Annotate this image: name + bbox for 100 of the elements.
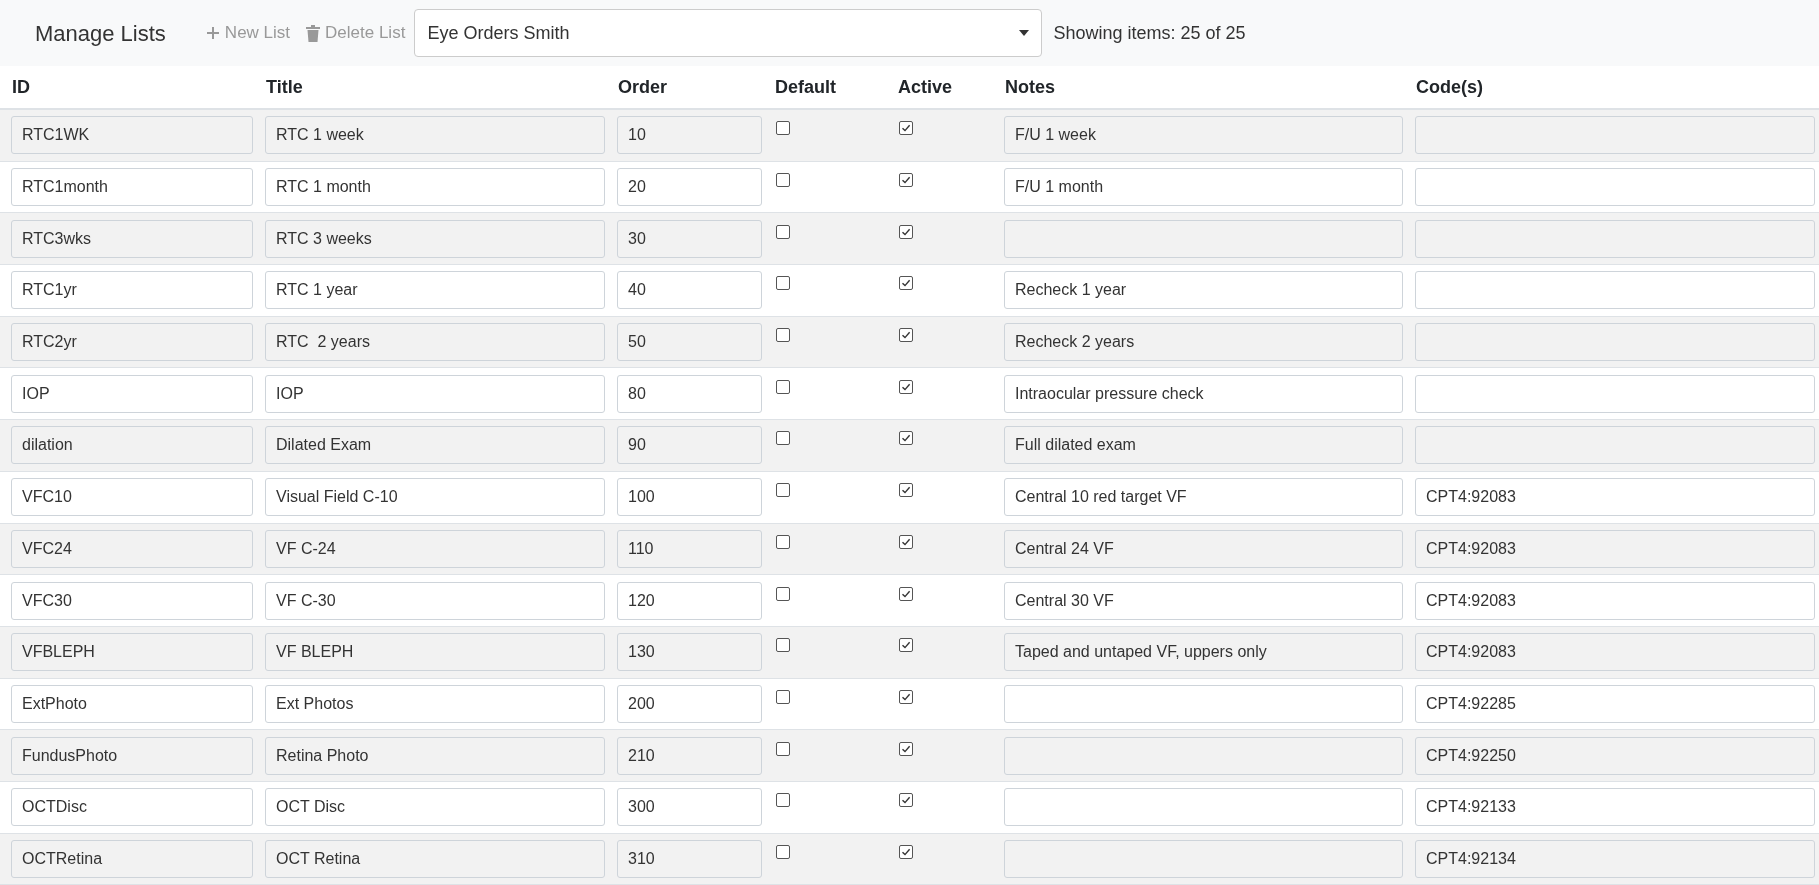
checkbox[interactable] xyxy=(899,534,913,549)
checkbox[interactable] xyxy=(899,638,913,653)
notes-field[interactable]: Central 10 red target VF xyxy=(1004,478,1403,517)
notes-field[interactable]: Central 24 VF xyxy=(1004,529,1403,568)
order-field[interactable]: 110 xyxy=(617,529,762,568)
checkbox[interactable] xyxy=(899,328,913,343)
order-field[interactable]: 120 xyxy=(617,581,762,620)
checkbox[interactable] xyxy=(776,741,790,756)
checkbox[interactable] xyxy=(776,689,790,704)
checkbox[interactable] xyxy=(899,379,913,394)
checkbox[interactable] xyxy=(776,431,790,446)
id-field[interactable]: dilation xyxy=(11,426,253,465)
codes-field[interactable]: CPT4:92285 xyxy=(1415,684,1815,723)
codes-field[interactable]: CPT4:92083 xyxy=(1415,529,1815,568)
codes-field[interactable]: CPT4:92250 xyxy=(1415,736,1815,775)
title-field[interactable]: VF C-24 xyxy=(265,529,605,568)
notes-field[interactable]: F/U 1 month xyxy=(1004,168,1403,207)
id-field[interactable]: OCTRetina xyxy=(11,839,253,878)
order-field[interactable]: 20 xyxy=(617,168,762,207)
checkbox[interactable] xyxy=(899,741,913,756)
id-field[interactable]: RTC1yr xyxy=(11,271,253,310)
codes-field[interactable] xyxy=(1415,426,1815,465)
notes-field[interactable]: Intraocular pressure check xyxy=(1004,374,1403,413)
id-field[interactable]: RTC1month xyxy=(11,168,253,207)
order-field[interactable]: 30 xyxy=(617,219,762,258)
title-field[interactable]: RTC 1 year xyxy=(265,271,605,310)
codes-field[interactable]: CPT4:92083 xyxy=(1415,633,1815,672)
notes-field[interactable]: Central 30 VF xyxy=(1004,581,1403,620)
notes-field[interactable] xyxy=(1004,684,1403,723)
checkbox[interactable] xyxy=(776,328,790,343)
notes-field[interactable]: F/U 1 week xyxy=(1004,116,1403,155)
title-field[interactable]: Retina Photo xyxy=(265,736,605,775)
order-field[interactable]: 50 xyxy=(617,323,762,362)
id-field[interactable]: IOP xyxy=(11,374,253,413)
id-field[interactable]: VFC24 xyxy=(11,529,253,568)
id-field[interactable]: FundusPhoto xyxy=(11,736,253,775)
id-field[interactable]: VFBLEPH xyxy=(11,633,253,672)
title-field[interactable]: RTC 1 month xyxy=(265,168,605,207)
checkbox[interactable] xyxy=(899,121,913,136)
codes-field[interactable]: CPT4:92133 xyxy=(1415,788,1815,827)
order-field[interactable]: 130 xyxy=(617,633,762,672)
checkbox[interactable] xyxy=(776,586,790,601)
notes-field[interactable]: Taped and untaped VF, uppers only xyxy=(1004,633,1403,672)
codes-field[interactable] xyxy=(1415,168,1815,207)
checkbox[interactable] xyxy=(776,534,790,549)
codes-field[interactable] xyxy=(1415,374,1815,413)
codes-field[interactable]: CPT4:92083 xyxy=(1415,478,1815,517)
codes-field[interactable] xyxy=(1415,116,1815,155)
id-field[interactable]: VFC30 xyxy=(11,581,253,620)
title-field[interactable]: Ext Photos xyxy=(265,684,605,723)
checkbox[interactable] xyxy=(899,276,913,291)
title-field[interactable]: RTC 3 weeks xyxy=(265,219,605,258)
notes-field[interactable]: Full dilated exam xyxy=(1004,426,1403,465)
checkbox[interactable] xyxy=(776,173,790,188)
notes-field[interactable] xyxy=(1004,788,1403,827)
notes-field[interactable]: Recheck 2 years xyxy=(1004,323,1403,362)
list-select[interactable]: Eye Orders Smith xyxy=(414,9,1043,57)
title-field[interactable]: VF BLEPH xyxy=(265,633,605,672)
id-field[interactable]: OCTDisc xyxy=(11,788,253,827)
order-field[interactable]: 40 xyxy=(617,271,762,310)
title-field[interactable]: Dilated Exam xyxy=(265,426,605,465)
title-field[interactable]: RTC 2 years xyxy=(265,323,605,362)
checkbox[interactable] xyxy=(776,121,790,136)
id-field[interactable]: VFC10 xyxy=(11,478,253,517)
codes-field[interactable] xyxy=(1415,219,1815,258)
notes-field[interactable] xyxy=(1004,736,1403,775)
order-field[interactable]: 200 xyxy=(617,684,762,723)
order-field[interactable]: 100 xyxy=(617,478,762,517)
checkbox[interactable] xyxy=(899,793,913,808)
order-field[interactable]: 310 xyxy=(617,839,762,878)
id-field[interactable]: ExtPhoto xyxy=(11,684,253,723)
checkbox[interactable] xyxy=(899,431,913,446)
title-field[interactable]: VF C-30 xyxy=(265,581,605,620)
checkbox[interactable] xyxy=(899,844,913,859)
id-field[interactable]: RTC2yr xyxy=(11,323,253,362)
title-field[interactable]: Visual Field C-10 xyxy=(265,478,605,517)
codes-field[interactable]: CPT4:92134 xyxy=(1415,839,1815,878)
order-field[interactable]: 90 xyxy=(617,426,762,465)
title-field[interactable]: OCT Retina xyxy=(265,839,605,878)
title-field[interactable]: OCT Disc xyxy=(265,788,605,827)
title-field[interactable]: RTC 1 week xyxy=(265,116,605,155)
checkbox[interactable] xyxy=(899,586,913,601)
order-field[interactable]: 300 xyxy=(617,788,762,827)
id-field[interactable]: RTC1WK xyxy=(11,116,253,155)
checkbox[interactable] xyxy=(899,173,913,188)
notes-field[interactable] xyxy=(1004,839,1403,878)
checkbox[interactable] xyxy=(776,793,790,808)
title-field[interactable]: IOP xyxy=(265,374,605,413)
checkbox[interactable] xyxy=(899,689,913,704)
id-field[interactable]: RTC3wks xyxy=(11,219,253,258)
checkbox[interactable] xyxy=(776,483,790,498)
checkbox[interactable] xyxy=(776,276,790,291)
codes-field[interactable]: CPT4:92083 xyxy=(1415,581,1815,620)
checkbox[interactable] xyxy=(776,844,790,859)
checkbox[interactable] xyxy=(776,638,790,653)
codes-field[interactable] xyxy=(1415,271,1815,310)
notes-field[interactable] xyxy=(1004,219,1403,258)
order-field[interactable]: 10 xyxy=(617,116,762,155)
checkbox[interactable] xyxy=(776,379,790,394)
checkbox[interactable] xyxy=(899,224,913,239)
